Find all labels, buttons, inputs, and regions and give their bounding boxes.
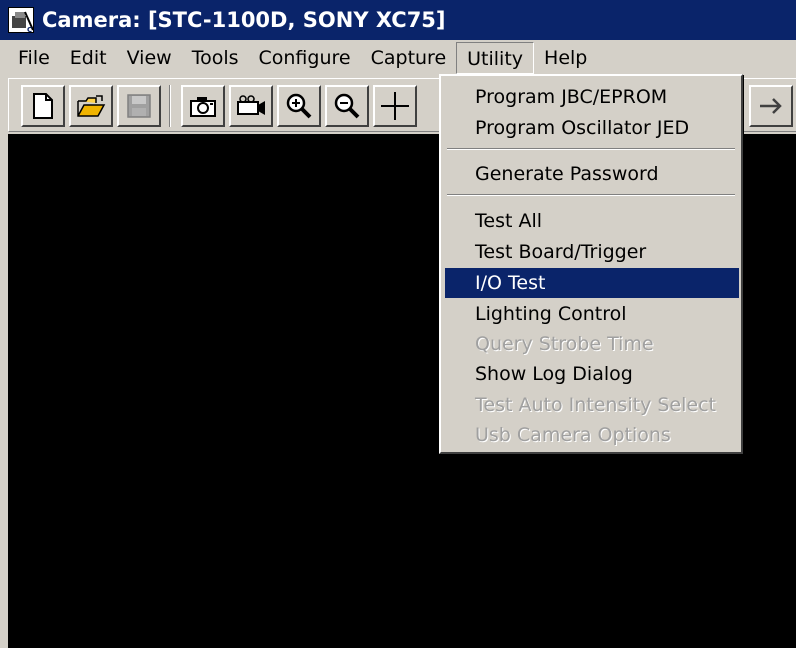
utility-dropdown-menu: Program JBC/EPROM Program Oscillator JED…: [439, 74, 743, 454]
zoom-out-button[interactable]: [325, 85, 369, 127]
menu-item-lighting-control[interactable]: Lighting Control: [445, 299, 739, 329]
menu-item-io-test[interactable]: I/O Test: [445, 268, 739, 298]
video-capture-button[interactable]: [229, 85, 273, 127]
crosshair-button[interactable]: [373, 85, 417, 127]
menu-view[interactable]: View: [117, 42, 182, 74]
camera-snapshot-icon: [190, 97, 216, 117]
zoom-in-icon: [286, 93, 312, 119]
menu-separator: [447, 194, 735, 196]
arrow-right-button[interactable]: [749, 85, 793, 127]
menu-capture[interactable]: Capture: [361, 42, 457, 74]
menu-item-test-board-trigger[interactable]: Test Board/Trigger: [445, 237, 739, 267]
menu-item-query-strobe-time: Query Strobe Time: [475, 333, 654, 355]
zoom-in-button[interactable]: [277, 85, 321, 127]
camera-app-icon[interactable]: C: [8, 7, 34, 34]
video-camera-icon: [237, 95, 265, 115]
toolbar-separator: [169, 85, 171, 127]
save-icon: [127, 94, 151, 118]
menu-bar: File Edit View Tools Configure Capture U…: [0, 40, 796, 76]
menu-edit[interactable]: Edit: [60, 42, 117, 74]
menu-item-usb-camera-options: Usb Camera Options: [475, 424, 671, 446]
crosshair-icon: [381, 92, 409, 120]
menu-utility[interactable]: Utility: [456, 42, 535, 74]
menu-item-test-all[interactable]: Test All: [445, 206, 739, 236]
svg-text:C: C: [27, 26, 32, 34]
menu-help[interactable]: Help: [534, 42, 597, 74]
menu-item-program-jbc-eprom[interactable]: Program JBC/EPROM: [445, 82, 739, 112]
menu-item-test-auto-intensity-select: Test Auto Intensity Select: [475, 394, 716, 416]
arrow-right-icon: [760, 98, 782, 114]
menu-file[interactable]: File: [8, 42, 60, 74]
open-folder-button[interactable]: [69, 85, 113, 127]
menu-item-program-oscillator-jed[interactable]: Program Oscillator JED: [445, 113, 739, 143]
save-button[interactable]: [117, 85, 161, 127]
snapshot-button[interactable]: [181, 85, 225, 127]
new-file-button[interactable]: [21, 85, 65, 127]
new-file-icon: [33, 93, 53, 119]
title-bar: C Camera: [STC-1100D, SONY XC75]: [0, 0, 796, 40]
zoom-out-icon: [334, 93, 360, 119]
menu-item-generate-password[interactable]: Generate Password: [445, 159, 739, 189]
open-folder-icon: [77, 95, 106, 117]
menu-configure[interactable]: Configure: [249, 42, 361, 74]
menu-tools[interactable]: Tools: [182, 42, 249, 74]
menu-item-show-log-dialog[interactable]: Show Log Dialog: [445, 359, 739, 389]
window-title: Camera: [STC-1100D, SONY XC75]: [42, 8, 446, 32]
menu-separator: [447, 148, 735, 150]
